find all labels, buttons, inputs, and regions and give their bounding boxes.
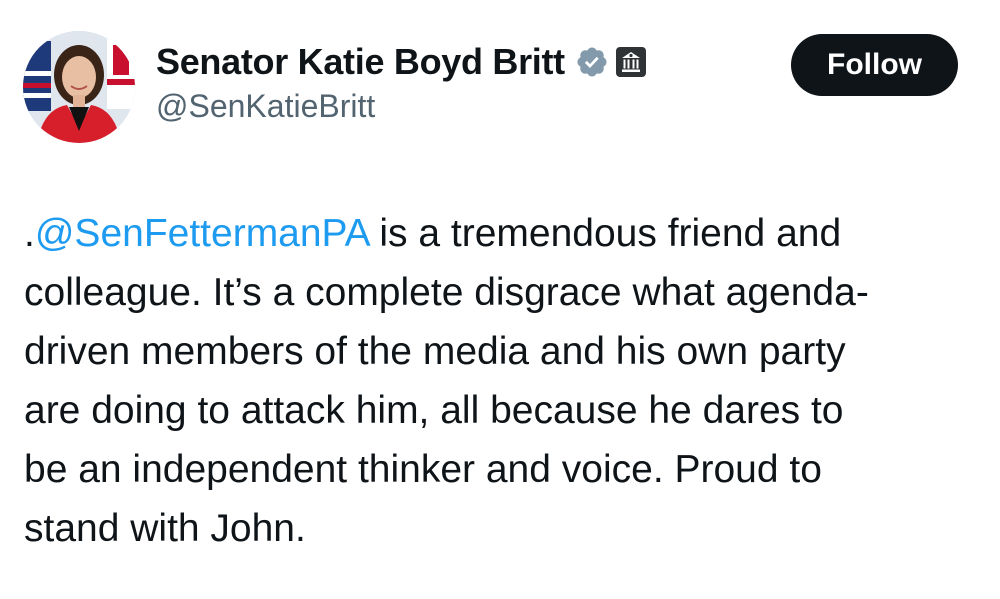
- tweet-line: .@SenFettermanPA is a tremendous friend …: [24, 204, 984, 263]
- author-name-row: Senator Katie Boyd Britt: [156, 38, 646, 86]
- government-building-icon[interactable]: [615, 47, 646, 77]
- follow-button[interactable]: Follow: [791, 34, 958, 96]
- mention-link[interactable]: @SenFettermanPA: [35, 212, 369, 255]
- tweet-line: colleague. It’s a complete disgrace what…: [24, 271, 869, 314]
- tweet-text-segment: is a tremendous friend and: [368, 212, 842, 255]
- tweet-line: stand with John.: [24, 507, 306, 550]
- verified-check-icon[interactable]: [575, 45, 609, 79]
- author-handle[interactable]: @SenKatieBritt: [156, 88, 646, 125]
- author-display-name[interactable]: Senator Katie Boyd Britt: [156, 41, 565, 83]
- tweet-line: are doing to attack him, all because he …: [24, 389, 844, 432]
- tweet-text: .@SenFettermanPA is a tremendous friend …: [24, 204, 984, 558]
- avatar-image: [23, 31, 135, 143]
- tweet-card: Senator Katie Boyd Britt @SenKatieBritt …: [0, 0, 1000, 599]
- tweet-line: driven members of the media and his own …: [24, 330, 846, 373]
- tweet-text-prefix: .: [24, 212, 35, 255]
- avatar[interactable]: [23, 31, 135, 143]
- author-info: Senator Katie Boyd Britt @SenKatieBritt: [156, 38, 646, 125]
- tweet-line: be an independent thinker and voice. Pro…: [24, 448, 822, 491]
